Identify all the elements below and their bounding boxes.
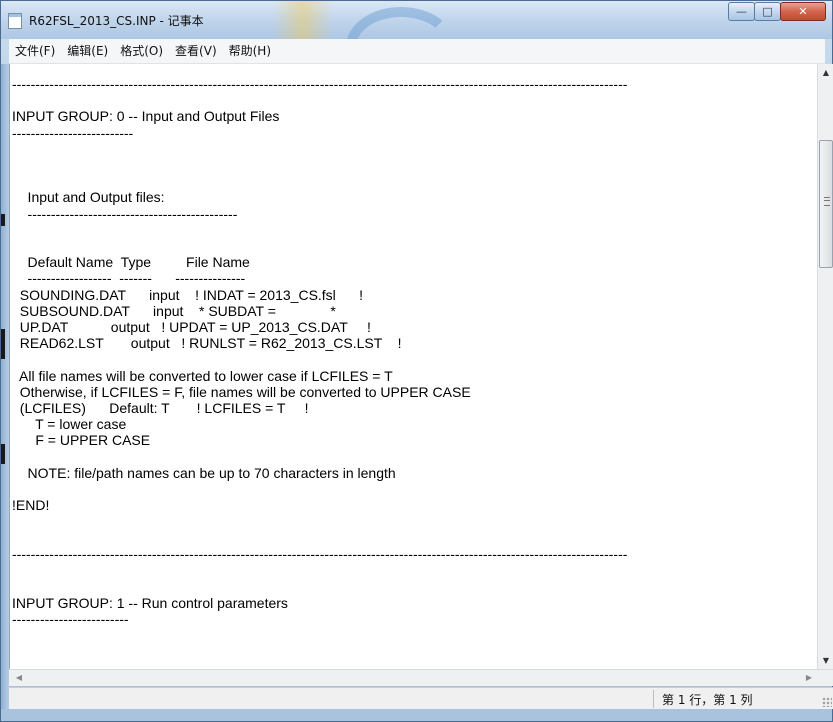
status-divider <box>653 690 654 708</box>
close-icon: ✕ <box>798 5 808 18</box>
menu-view[interactable]: 查看(V) <box>169 40 223 62</box>
vertical-scrollbar[interactable]: ▲ ▼ <box>817 64 833 669</box>
menu-file[interactable]: 文件(F) <box>9 40 61 62</box>
minimize-button[interactable]: — <box>728 2 755 21</box>
scroll-down-icon[interactable]: ▼ <box>818 652 833 669</box>
frame-shadow-mark <box>1 214 5 226</box>
menu-format[interactable]: 格式(O) <box>114 40 169 62</box>
window-title: R62FSL_2013_CS.INP - 记事本 <box>29 14 204 28</box>
menu-edit[interactable]: 编辑(E) <box>61 40 114 62</box>
minimize-icon: — <box>736 5 747 18</box>
title-bar[interactable]: R62FSL_2013_CS.INP - 记事本 — □ ✕ <box>1 1 832 87</box>
scroll-up-icon[interactable]: ▲ <box>818 64 833 81</box>
text-editor-area[interactable]: ----------------------------------------… <box>9 64 818 669</box>
resize-grip-icon[interactable] <box>822 697 832 707</box>
menu-bar: 文件(F) 编辑(E) 格式(O) 查看(V) 帮助(H) <box>9 39 825 64</box>
maximize-icon: □ <box>762 5 773 18</box>
window-left-frame <box>1 64 9 709</box>
caption-buttons: — □ ✕ <box>728 2 826 22</box>
scroll-right-icon[interactable]: ▶ <box>801 670 817 686</box>
title-bar-glass-decoration <box>273 1 333 39</box>
notepad-window: R62FSL_2013_CS.INP - 记事本 — □ ✕ 文件(F) 编辑(… <box>0 0 833 722</box>
frame-shadow-mark <box>1 329 5 359</box>
grip-icon <box>824 197 830 206</box>
maximize-button[interactable]: □ <box>754 2 781 21</box>
scroll-left-icon[interactable]: ◀ <box>11 670 27 686</box>
status-bar: 第 1 行，第 1 列 <box>9 687 833 709</box>
menu-help[interactable]: 帮助(H) <box>223 40 277 62</box>
document-text[interactable]: ----------------------------------------… <box>10 64 818 627</box>
horizontal-scrollbar[interactable]: ◀ ▶ <box>9 669 833 686</box>
frame-shadow-mark <box>1 444 5 464</box>
close-button[interactable]: ✕ <box>780 2 826 21</box>
notepad-app-icon[interactable] <box>8 13 22 29</box>
cursor-position: 第 1 行，第 1 列 <box>662 693 753 707</box>
vertical-scroll-thumb[interactable] <box>819 140 833 268</box>
